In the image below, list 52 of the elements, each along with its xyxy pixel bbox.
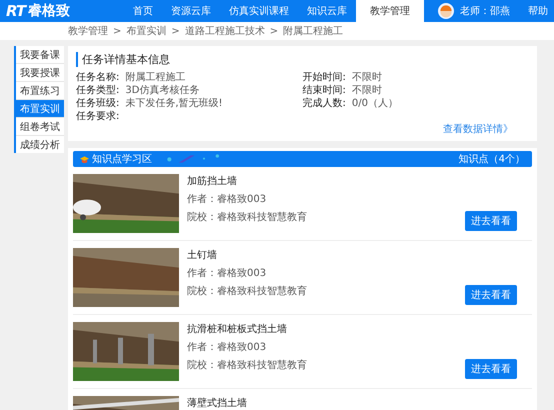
sidebar-item[interactable]: 我要备课 bbox=[16, 46, 64, 63]
breadcrumb-link[interactable]: 布置实训 bbox=[126, 24, 166, 38]
section-title: 知识点学习区 bbox=[92, 152, 152, 166]
enter-button[interactable]: 进去看看 bbox=[465, 211, 517, 231]
avatar-icon[interactable] bbox=[438, 3, 454, 19]
field-label: 任务名称: bbox=[76, 70, 120, 84]
field-label: 结束时间: bbox=[302, 84, 346, 96]
school-text: 院校：睿格致科技智慧教育 bbox=[187, 358, 307, 372]
graduation-cap-icon bbox=[80, 154, 89, 164]
field-value: 不限时 bbox=[352, 84, 382, 96]
field-label: 任务要求: bbox=[76, 110, 120, 122]
field-value: 未下发任务,暂无班级! bbox=[125, 96, 223, 110]
help-link[interactable]: 帮助 bbox=[528, 4, 548, 18]
sidebar-item[interactable]: 我要授课 bbox=[16, 64, 64, 81]
school-text: 院校：睿格致科技智慧教育 bbox=[187, 284, 307, 298]
field-value: 0/0（人） bbox=[352, 96, 398, 110]
knowledge-count: 知识点（4个） bbox=[458, 152, 525, 166]
field-value: 3D仿真考核任务 bbox=[125, 84, 200, 96]
breadcrumb-separator: > bbox=[171, 26, 180, 36]
field-label: 任务类型: bbox=[76, 84, 120, 96]
author-text: 作者：睿格致003 bbox=[187, 266, 268, 280]
nav-tab[interactable]: 仿真实训课程 bbox=[220, 0, 298, 22]
author-text: 作者：睿格致003 bbox=[187, 340, 268, 354]
field-value: 附属工程施工 bbox=[125, 70, 186, 84]
sidebar-item[interactable]: 布置实训 bbox=[16, 100, 64, 117]
field-label: 开始时间: bbox=[302, 70, 346, 84]
field-label: 完成人数: bbox=[302, 96, 346, 110]
sidebar-item[interactable]: 成绩分析 bbox=[16, 136, 64, 153]
breadcrumb-separator: > bbox=[113, 26, 122, 36]
enter-button[interactable]: 进去看看 bbox=[465, 285, 517, 305]
enter-button[interactable]: 进去看看 bbox=[465, 359, 517, 379]
data-details-link[interactable]: 查看数据详情》 bbox=[443, 122, 513, 136]
item-title: 薄壁式挡土墙 bbox=[187, 396, 247, 410]
item-title: 加筋挡土墙 bbox=[187, 174, 238, 188]
breadcrumb-link[interactable]: 附属工程施工 bbox=[283, 24, 344, 38]
breadcrumb-link[interactable]: 道路工程施工技术 bbox=[184, 24, 265, 38]
nav-tab[interactable]: 资源云库 bbox=[162, 0, 220, 22]
breadcrumb-separator: > bbox=[270, 26, 278, 36]
nav-tab[interactable]: 教学管理 bbox=[356, 0, 424, 22]
field-label: 任务班级: bbox=[76, 96, 120, 110]
sidebar-item[interactable]: 布置练习 bbox=[16, 82, 64, 99]
item-title: 土钉墙 bbox=[187, 248, 218, 262]
user-name[interactable]: 老师：邵燕 bbox=[460, 4, 510, 18]
section-title: 任务详情基本信息 bbox=[76, 52, 529, 67]
field-value: 不限时 bbox=[352, 70, 382, 84]
nav-tab[interactable]: 知识云库 bbox=[298, 0, 356, 22]
breadcrumb-link[interactable]: 教学管理 bbox=[68, 24, 108, 38]
sidebar-item[interactable]: 组卷考试 bbox=[16, 118, 64, 135]
item-title: 抗滑桩和桩板式挡土墙 bbox=[187, 322, 288, 336]
school-text: 院校：睿格致科技智慧教育 bbox=[187, 210, 307, 224]
author-text: 作者：睿格致003 bbox=[187, 192, 268, 206]
nav-tab[interactable]: 首页 bbox=[124, 0, 162, 22]
